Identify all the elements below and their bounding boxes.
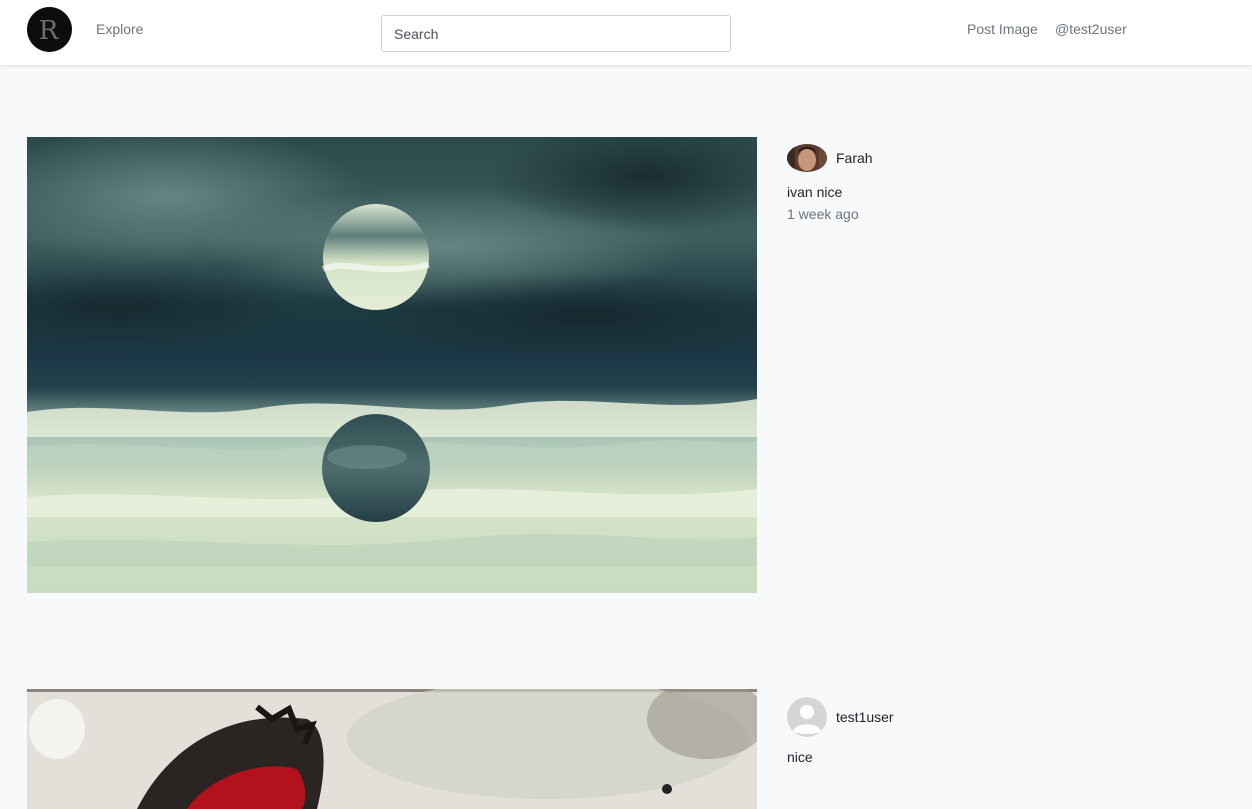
post-author[interactable]: Farah	[787, 144, 873, 172]
nav-post-image-link[interactable]: Post Image	[967, 21, 1038, 37]
author-avatar	[787, 144, 827, 172]
top-navbar: R Explore Post Image @test2user	[0, 0, 1252, 65]
search-input[interactable]	[381, 15, 731, 52]
author-avatar	[787, 697, 827, 737]
post-meta: Farah ivan nice 1 week ago	[787, 144, 873, 222]
nav-user-profile-link[interactable]: @test2user	[1055, 21, 1127, 37]
nav-explore-link[interactable]: Explore	[96, 21, 143, 37]
post-meta: test1user nice	[787, 697, 894, 765]
post-caption: ivan nice	[787, 184, 843, 200]
author-name: Farah	[836, 150, 873, 166]
post-author[interactable]: test1user	[787, 697, 894, 737]
post-timestamp: 1 week ago	[787, 206, 859, 222]
post-caption: nice	[787, 749, 813, 765]
logo-letter: R	[38, 15, 59, 46]
author-name: test1user	[836, 709, 894, 725]
post-image-collage[interactable]	[27, 689, 757, 809]
post-image-ocean[interactable]	[27, 137, 757, 593]
site-logo[interactable]: R	[27, 7, 72, 52]
